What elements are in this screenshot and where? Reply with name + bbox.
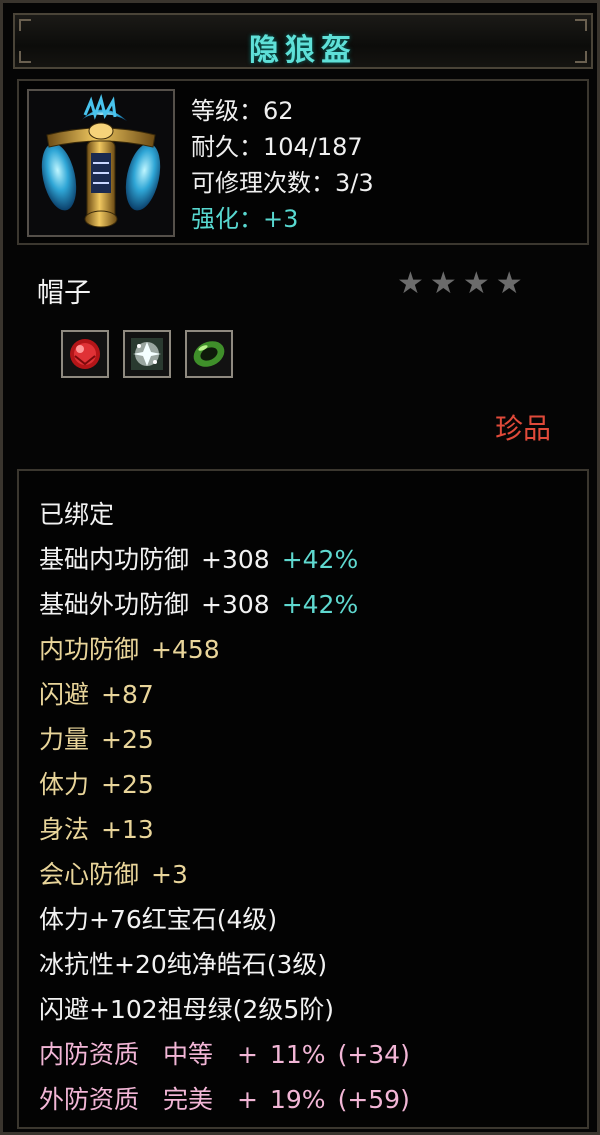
item-enhance-level: 强化：+3 xyxy=(191,205,299,233)
attr-stamina: 体力 +25 xyxy=(39,765,154,801)
attr-value: +87 xyxy=(101,680,154,709)
gem-sockets xyxy=(61,330,233,378)
quality-percent: 19% xyxy=(269,1085,326,1114)
gem-socket[interactable] xyxy=(61,330,109,378)
attr-value: +458 xyxy=(151,635,220,664)
attr-value: +308 xyxy=(201,545,270,574)
attr-bonus: +42% xyxy=(281,545,359,574)
quality-plus: + xyxy=(237,1085,258,1114)
item-repair-count: 可修理次数：3/3 xyxy=(191,169,374,197)
quality-label: 内防资质 xyxy=(39,1040,140,1069)
quality-grade: 中等 xyxy=(163,1040,214,1069)
attribute-panel: 已绑定 基础内功防御 +308 +42% 基础外功防御 +308 +42% 内功防御 +4… xyxy=(17,469,589,1129)
attr-label: 基础外功防御 xyxy=(39,590,190,619)
helmet-icon xyxy=(41,93,161,228)
quality-outer-defense: 外防资质 完美 +19% (+59) xyxy=(39,1080,410,1116)
attr-label: 体力 xyxy=(39,770,90,799)
item-tooltip: 隐狼盔 等级：62 耐久：104/187 可修理次数：3/3 强化：+3 帽子 … xyxy=(0,0,600,1135)
attr-crit-defense: 会心防御 +3 xyxy=(39,855,188,891)
attr-label: 力量 xyxy=(39,725,90,754)
green-jade-ring-icon xyxy=(193,341,225,367)
star-icon: ★ xyxy=(495,266,523,301)
attr-label: 会心防御 xyxy=(39,860,140,889)
gem-socket[interactable] xyxy=(123,330,171,378)
attr-label: 身法 xyxy=(39,815,90,844)
red-gem-icon xyxy=(70,339,100,369)
gem-bonus-1: 体力+76红宝石(4级) xyxy=(39,905,278,934)
item-info-panel: 等级：62 耐久：104/187 可修理次数：3/3 强化：+3 xyxy=(17,79,589,245)
quality-plus: + xyxy=(237,1040,258,1069)
attr-label: 闪避 xyxy=(39,680,90,709)
gem-bonus-3: 闪避+102祖母绿(2级5阶) xyxy=(39,995,334,1024)
star-icon: ★ xyxy=(397,266,424,301)
star-rating: ★ ★ ★ ★ xyxy=(397,269,523,299)
attr-dodge: 闪避 +87 xyxy=(39,675,154,711)
attr-inner-defense: 内功防御 +458 xyxy=(39,630,220,666)
attr-value: +25 xyxy=(101,770,154,799)
attr-value: +13 xyxy=(101,815,154,844)
quality-inner-defense: 内防资质 中等 +11% (+34) xyxy=(39,1035,410,1071)
white-diamond-icon xyxy=(131,338,163,370)
quality-label: 外防资质 xyxy=(39,1085,140,1114)
attr-base-inner-defense: 基础内功防御 +308 +42% xyxy=(39,540,358,576)
attr-value: +25 xyxy=(101,725,154,754)
attr-value: +308 xyxy=(201,590,270,619)
title-bar: 隐狼盔 xyxy=(13,13,593,69)
quality-extra: (+59) xyxy=(337,1085,410,1114)
quality-extra: (+34) xyxy=(337,1040,410,1069)
bind-status: 已绑定 xyxy=(39,500,115,529)
attr-value: +3 xyxy=(151,860,188,889)
gem-socket[interactable] xyxy=(185,330,233,378)
star-icon: ★ xyxy=(462,266,490,301)
attr-agility: 身法 +13 xyxy=(39,810,154,846)
star-icon: ★ xyxy=(429,266,457,301)
equipment-slot: 帽子 xyxy=(37,278,91,309)
gem-bonus-2: 冰抗性+20纯净皓石(3级) xyxy=(39,950,328,979)
item-durability: 耐久：104/187 xyxy=(191,133,363,161)
item-title: 隐狼盔 xyxy=(249,33,357,68)
quality-percent: 11% xyxy=(269,1040,326,1069)
item-level: 等级：62 xyxy=(191,97,294,125)
quality-grade: 完美 xyxy=(163,1085,214,1114)
attr-base-outer-defense: 基础外功防御 +308 +42% xyxy=(39,585,358,621)
attr-label: 内功防御 xyxy=(39,635,140,664)
attr-strength: 力量 +25 xyxy=(39,720,154,756)
attr-bonus: +42% xyxy=(281,590,359,619)
item-icon-frame xyxy=(27,89,175,237)
attr-label: 基础内功防御 xyxy=(39,545,190,574)
rarity-label: 珍品 xyxy=(495,412,552,445)
